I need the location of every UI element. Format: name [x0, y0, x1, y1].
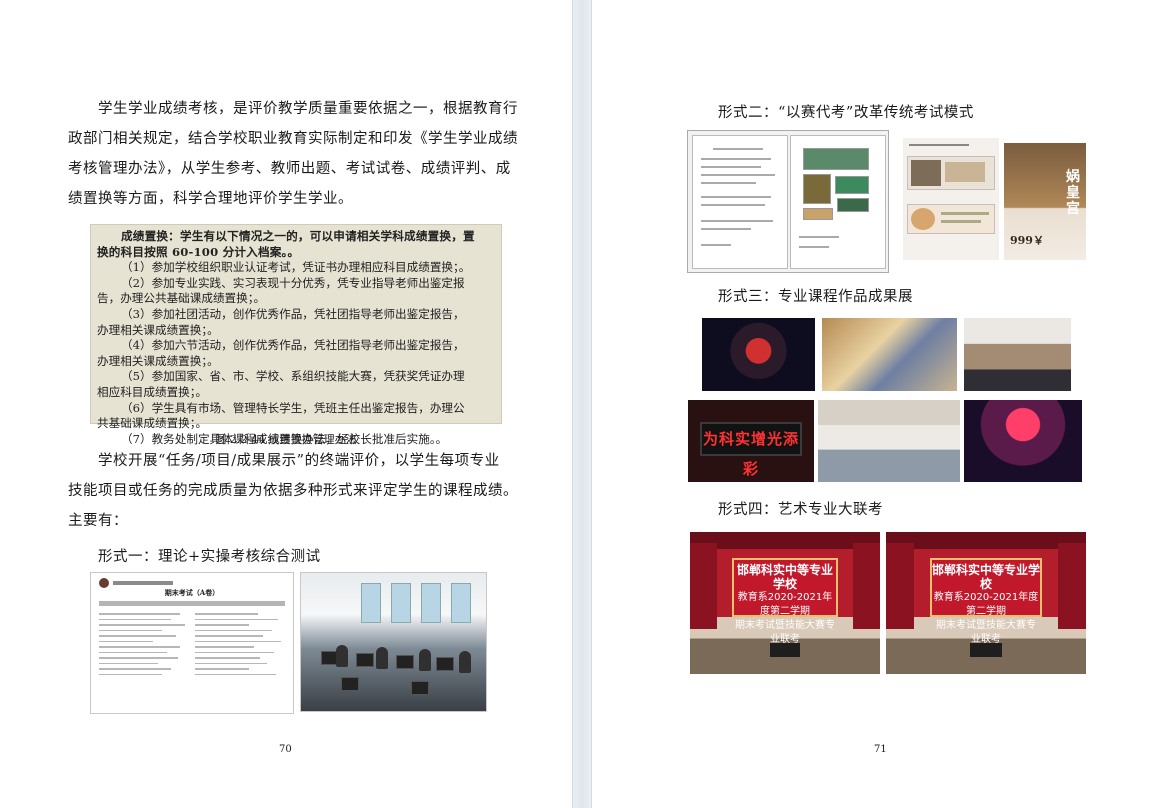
scan-item-line: 相应科目成绩置换；。	[97, 384, 208, 399]
page-gutter	[572, 0, 592, 808]
led-sign-photo: 为科实增光添彩	[688, 400, 814, 482]
scan-item-line: 办理相关课成绩置换；。	[97, 353, 219, 368]
form-one-heading: 形式一：理论+实操考核综合测试	[98, 549, 321, 565]
art-exam-stage-photo: 邯郸科实中等专业学校 教育系2020-2021年度第二学期 期末考试暨技能大赛专…	[886, 532, 1086, 674]
artwork-display-photo	[822, 318, 957, 391]
exhibition-stage-photo	[702, 318, 815, 391]
stage-banner: 邯郸科实中等专业学校 教育系2020-2021年度第二学期 期末考试暨技能大赛专…	[731, 557, 839, 645]
scan-item-line: （3）参加社团活动，创作优秀作品，凭社团指导老师出鉴定报告，	[121, 306, 465, 321]
art-exam-stage-photo: 邯郸科实中等专业学校 教育系2020-2021年度第二学期 期末考试暨技能大赛专…	[690, 532, 880, 674]
text-line: 主要有：	[68, 513, 128, 529]
scan-item-line: 告，办理公共基础课成绩置换；。	[97, 291, 266, 306]
scan-item-line: （6）学生具有市场、管理特长学生，凭班主任出鉴定报告，办理公	[121, 400, 465, 415]
exam-title: 期末考试（A卷）	[164, 588, 220, 597]
scan-item-line: （5）参加国家、省、市、学校、系组织技能大赛，凭获奖凭证办理	[121, 369, 465, 384]
stage-performance-photo	[964, 400, 1082, 482]
text-line: 学生学业成绩考核，是评价教学质量重要依据之一，根据教育行	[98, 101, 518, 117]
text-line: 学校开展“任务/项目/成果展示”的终端评价，以学生每项专业	[98, 453, 500, 469]
paragraph-evaluation: 学校开展“任务/项目/成果展示”的终端评价，以学生每项专业 技能项目或任务的完成…	[68, 446, 518, 536]
left-page: 学生学业成绩考核，是评价教学质量重要依据之一，根据教育行 政部门相关规定，结合学…	[0, 0, 572, 808]
led-sign-text: 为科实增光添彩	[700, 422, 802, 478]
scan-item-line: 共基础课成绩置换；。	[97, 416, 208, 431]
text-line: 技能项目或任务的完成质量为依据多种形式来评定学生的课程成绩。	[68, 483, 518, 499]
scan-header-line: 换的科目按照 60-100 分计入档案。。	[97, 244, 300, 259]
piano	[970, 642, 1002, 657]
banner-school: 邯郸科实中等专业学校	[932, 562, 1041, 591]
scan-item-line: （4）参加六节活动，创作优秀作品，凭社团指导老师出鉴定报告，	[121, 338, 465, 353]
form-two-heading: 形式二：“以赛代考”改革传统考试模式	[718, 105, 974, 121]
scan-item-line: （1）参加学校组织职业认证考试，凭证书办理相应科目成绩置换；。	[121, 260, 471, 275]
page-number: 70	[279, 744, 292, 755]
school-logo-icon	[99, 578, 109, 588]
scanned-regulation-image: 成绩置换：学生有以下情况之一的，可以申请相关学科成绩置换，置 换的科目按照 60…	[90, 224, 502, 446]
page-number: 71	[874, 744, 887, 755]
exam-paper-image: 期末考试（A卷）	[90, 572, 294, 714]
form-three-heading: 形式三：专业课程作品成果展	[718, 289, 913, 305]
poster-price: 999￥	[1010, 234, 1044, 247]
banner-event: 期末考试暨技能大赛专业联考	[734, 619, 835, 645]
banner-event: 教育系2020-2021年度第二学期	[737, 591, 833, 617]
scan-header-line: 成绩置换：学生有以下情况之一的，可以申请相关学科成绩置换，置	[121, 229, 475, 243]
form-four-heading: 形式四：艺术专业大联考	[718, 502, 883, 518]
computer-lab-photo	[300, 572, 487, 712]
text-line: 绩置换等方面，科学合理地评价学生学业。	[68, 191, 353, 207]
scan-item-line: （2）参加专业实践、实习表现十分优秀，凭专业指导老师出鉴定报	[121, 275, 465, 290]
figure-caption: 图 2.2-44 成绩置换管理办法	[215, 433, 357, 446]
poster-title: 娲皇宫	[1066, 169, 1080, 217]
paragraph-assessment: 学生学业成绩考核，是评价教学质量重要依据之一，根据教育行 政部门相关规定，结合学…	[68, 94, 518, 214]
banner-event: 教育系2020-2021年度第二学期	[933, 591, 1039, 617]
text-line: 政部门相关规定，结合学校职业教育实际制定和印发《学生学业成绩	[68, 131, 518, 147]
design-work-image	[903, 138, 999, 260]
text-line: 考核管理办法》，从学生参考、教师出题、考试试卷、成绩评判、成	[68, 161, 511, 177]
banner-school: 邯郸科实中等专业学校	[736, 562, 833, 591]
banner-event: 期末考试暨技能大赛专业联考	[936, 619, 1036, 645]
piano	[769, 642, 801, 657]
competition-document-image	[687, 130, 889, 273]
audience-hall-photo	[964, 318, 1071, 391]
product-display-photo	[818, 400, 960, 482]
travel-poster-image: 娲皇宫 999￥	[1004, 143, 1086, 260]
scan-item-line: 办理相关课成绩置换；。	[97, 322, 219, 337]
stage-banner: 邯郸科实中等专业学校 教育系2020-2021年度第二学期 期末考试暨技能大赛专…	[930, 557, 1042, 645]
